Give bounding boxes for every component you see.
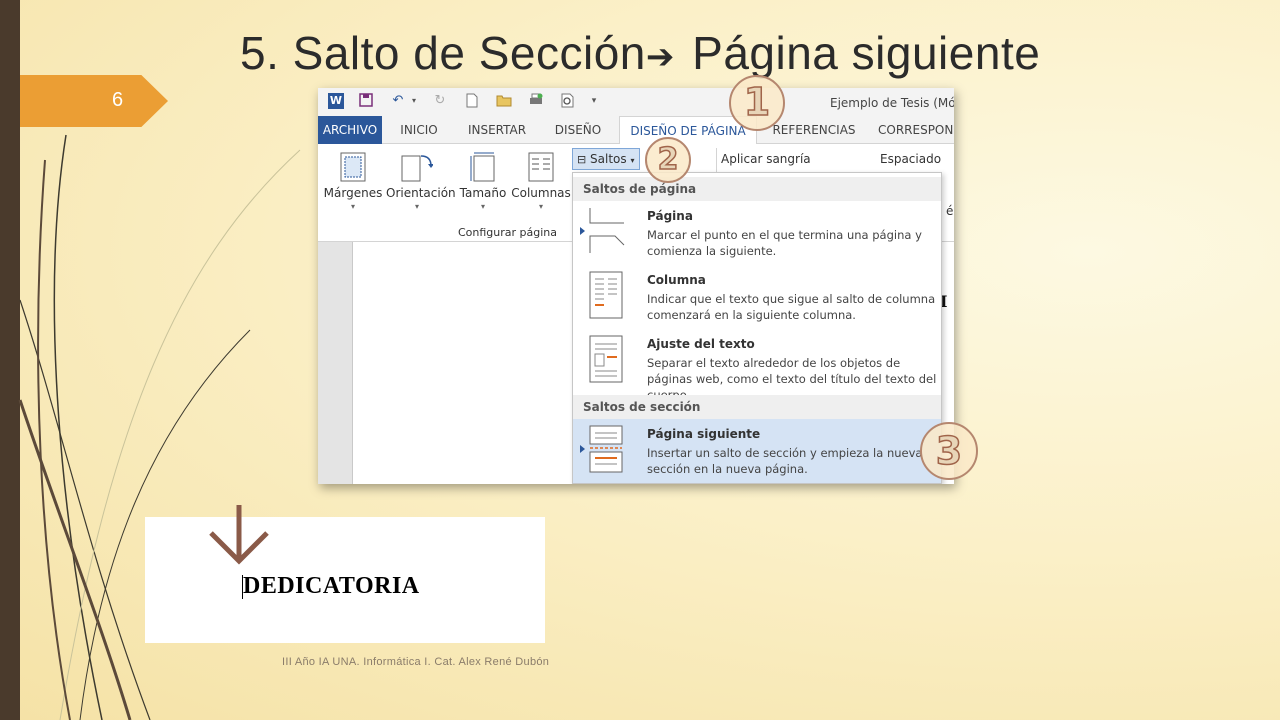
saltos-label: Saltos — [590, 152, 627, 166]
caret-icon: ▾ — [480, 202, 485, 211]
tab-referencias[interactable]: REFERENCIAS — [770, 116, 858, 144]
word-screenshot: W ↶ ▾ ↻ ▾ Ejemplo de Tesis (Mó ARCHIVO I… — [318, 88, 954, 484]
menu-item-description: Insertar un salto de sección y empieza l… — [647, 446, 923, 476]
menu-item-title: Columna — [647, 273, 706, 287]
orientacion-label: Orientación — [386, 186, 456, 200]
title-part2: Página siguiente — [678, 27, 1041, 79]
dedicatoria-example-image: DEDICATORIA — [145, 505, 545, 643]
size-icon — [470, 152, 495, 182]
breaks-icon: ⊟ — [577, 153, 587, 166]
margenes-label: Márgenes — [323, 186, 383, 200]
configurar-pagina-group-label: Configurar página — [458, 226, 558, 239]
tab-correspondencia[interactable]: CORRESPON — [878, 116, 954, 144]
menu-item-columna[interactable]: Columna Indicar que el texto que sigue a… — [573, 265, 941, 329]
callout-number-3: 3 — [920, 422, 978, 480]
menu-item-title: Página — [647, 209, 693, 223]
espaciado-label: Espaciado — [880, 152, 942, 166]
caret-icon: ▾ — [350, 202, 355, 211]
word-logo-icon: W — [328, 93, 344, 109]
tab-archivo[interactable]: ARCHIVO — [318, 116, 382, 144]
menu-item-description: Indicar que el texto que sigue al salto … — [647, 292, 936, 322]
tamano-button[interactable]: Tamaño ▾ — [452, 148, 514, 218]
orientacion-button[interactable]: Orientación ▾ — [386, 148, 456, 218]
document-title: Ejemplo de Tesis (Mó — [830, 96, 954, 110]
print-icon[interactable] — [528, 93, 544, 109]
ribbon-tabs: ARCHIVO INICIO INSERTAR DISEÑO DISEÑO DE… — [318, 116, 954, 145]
down-arrow-icon — [209, 505, 269, 565]
saltos-de-pagina-header: Saltos de página — [573, 177, 941, 201]
menu-item-ajuste-del-texto[interactable]: Ajuste del texto Separar el texto alrede… — [573, 329, 941, 402]
saltos-de-seccion-header: Saltos de sección — [573, 395, 941, 419]
slide-number: 6 — [112, 89, 124, 111]
menu-item-title: Ajuste del texto — [647, 337, 755, 351]
caret-icon: ▾ — [414, 202, 419, 211]
caret-icon: ▾ — [538, 202, 543, 211]
title-arrow-icon: ➔ — [645, 37, 675, 76]
customize-qat-icon[interactable]: ▾ — [586, 93, 602, 109]
columns-icon — [528, 152, 554, 182]
pointer-icon — [580, 445, 585, 453]
saltos-button[interactable]: ⊟ Saltos ▾ — [572, 148, 640, 170]
aplicar-sangria-label: Aplicar sangría — [721, 152, 811, 166]
menu-item-pagina-siguiente[interactable]: Página siguiente Insertar un salto de se… — [573, 419, 941, 483]
slide-number-badge: 6 — [20, 75, 168, 127]
columnas-button[interactable]: Columnas ▾ — [510, 148, 572, 218]
text-wrapping-break-icon — [589, 335, 623, 383]
tamano-label: Tamaño — [459, 186, 507, 200]
new-document-icon[interactable] — [464, 93, 480, 109]
callout-number-1: 1 — [729, 75, 785, 131]
page-break-icon — [589, 208, 625, 253]
open-folder-icon[interactable] — [496, 93, 512, 109]
menu-item-title: Página siguiente — [647, 427, 761, 441]
dedicatoria-heading: DEDICATORIA — [243, 573, 420, 599]
redo-icon[interactable]: ↻ — [432, 93, 448, 109]
print-preview-icon[interactable] — [560, 93, 576, 109]
tab-insertar[interactable]: INSERTAR — [464, 116, 530, 144]
column-break-icon — [589, 271, 623, 319]
undo-icon[interactable]: ↶ — [390, 93, 406, 109]
margenes-button[interactable]: Márgenes ▾ — [322, 148, 384, 218]
slide-footer: III Año IA UNA. Informática I. Cat. Alex… — [282, 656, 550, 668]
menu-item-pagina[interactable]: Página Marcar el punto en el que termina… — [573, 201, 941, 265]
columnas-label: Columnas — [511, 186, 571, 200]
save-icon[interactable] — [358, 93, 374, 109]
margins-icon — [340, 152, 366, 182]
next-page-section-break-icon — [589, 425, 623, 473]
quick-access-toolbar: W ↶ ▾ ↻ ▾ Ejemplo de Tesis (Mó — [318, 88, 954, 116]
saltos-dropdown-menu: Saltos de página Página Marcar el punto … — [572, 172, 942, 484]
title-part1: 5. Salto de Sección — [240, 27, 646, 79]
slide-title: 5. Salto de Sección➔ Página siguiente — [240, 26, 1040, 80]
tab-diseno[interactable]: DISEÑO — [550, 116, 606, 144]
menu-item-description: Marcar el punto en el que termina una pá… — [647, 228, 922, 258]
caret-icon: ▾ — [630, 156, 635, 165]
ribbon-text-fragment: és — [946, 204, 954, 218]
tab-inicio[interactable]: INICIO — [394, 116, 444, 144]
undo-dropdown-icon[interactable]: ▾ — [406, 93, 422, 109]
pointer-icon — [580, 227, 585, 235]
callout-number-2: 2 — [645, 137, 691, 183]
ribbon-separator — [716, 148, 717, 174]
orientation-icon — [401, 155, 433, 182]
